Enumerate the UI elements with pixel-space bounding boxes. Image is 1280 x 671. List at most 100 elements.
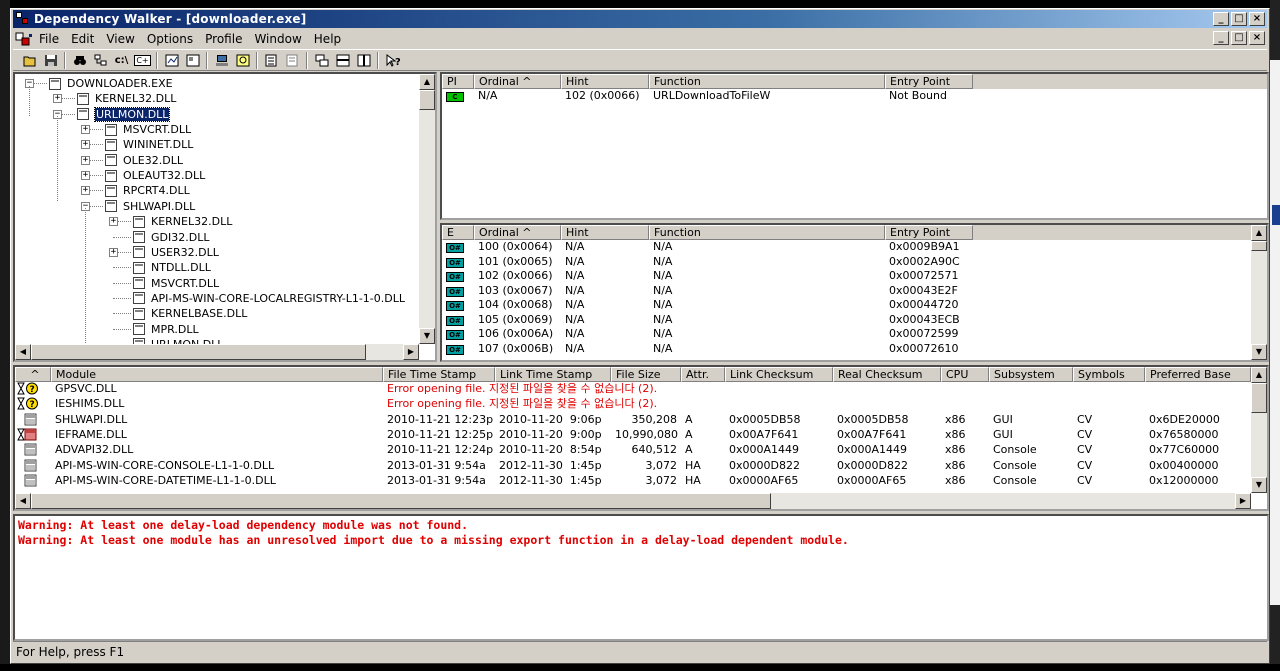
export-row[interactable]: O# 100 (0x0064) N/A N/A 0x0009B9A1 [442, 240, 973, 255]
tree-node[interactable]: KERNEL32.DLL [77, 91, 176, 106]
tree-expander[interactable]: + [109, 247, 118, 257]
col-entry-point[interactable]: Entry Point [885, 74, 973, 89]
exports-pane[interactable]: E Ordinal ^ Hint Function Entry Point O#… [440, 223, 1269, 362]
col-function[interactable]: Function [649, 74, 885, 89]
find-button[interactable] [69, 51, 90, 70]
module-row[interactable]: SHLWAPI.DLL 2010-11-21 12:23p 2010-11-20 9… [15, 413, 1245, 428]
save-button[interactable] [40, 51, 61, 70]
refresh-button[interactable] [90, 51, 111, 70]
col-hint[interactable]: Hint [561, 74, 649, 89]
view-module-button[interactable] [161, 51, 182, 70]
col-function[interactable]: Function [649, 225, 885, 240]
modules-horizontal-scrollbar[interactable]: ◀ ▶ [15, 493, 1251, 509]
menu-edit[interactable]: Edit [65, 32, 100, 46]
tree-node[interactable]: SHLWAPI.DLL [105, 199, 195, 214]
module-row[interactable]: IEFRAME.DLL 2010-11-21 12:25p 2010-11-20 9… [15, 428, 1245, 443]
col-file-time-stamp[interactable]: File Time Stamp [383, 367, 495, 382]
scroll-down-button[interactable]: ▼ [1251, 477, 1267, 493]
col-ordinal[interactable]: Ordinal ^ [474, 225, 561, 240]
maximize-button[interactable]: □ [1231, 12, 1247, 26]
export-row[interactable]: O# 104 (0x0068) N/A N/A 0x00044720 [442, 298, 973, 313]
tree-vertical-scrollbar[interactable]: ▲ ▼ [419, 74, 435, 344]
undecorate-button[interactable]: C+ [132, 51, 153, 70]
col-attr[interactable]: Attr. [681, 367, 725, 382]
export-row[interactable]: O# 105 (0x0069) N/A N/A 0x00043ECB [442, 313, 973, 328]
module-tree-pane[interactable]: − DOWNLOADER.EXE + KERNEL32.DLL − URLMON.DLL +… [13, 72, 437, 362]
col-symbols[interactable]: Symbols [1073, 367, 1145, 382]
tree-node[interactable]: OLEAUT32.DLL [105, 168, 205, 183]
tree-node[interactable]: USER32.DLL [133, 245, 219, 260]
col-link-checksum[interactable]: Link Checksum [725, 367, 833, 382]
mdi-restore-button[interactable]: □ [1231, 31, 1247, 45]
col-link-time-stamp[interactable]: Link Time Stamp [495, 367, 611, 382]
document-icon[interactable] [15, 32, 33, 46]
scroll-right-button[interactable]: ▶ [403, 344, 419, 360]
tree-expander[interactable]: + [81, 186, 90, 196]
scroll-right-button[interactable]: ▶ [1235, 493, 1251, 509]
col-module[interactable]: Module [51, 367, 383, 382]
module-row[interactable]: API-MS-WIN-CORE-DATETIME-L1-1-0.DLL 2013-… [15, 474, 1245, 489]
tree-node[interactable]: GDI32.DLL [133, 230, 209, 245]
menu-help[interactable]: Help [308, 32, 347, 46]
col-file-size[interactable]: File Size [611, 367, 681, 382]
module-row[interactable]: ? IESHIMS.DLL Error opening file. 지정된 파일을 … [15, 397, 983, 412]
menu-file[interactable]: File [33, 32, 65, 46]
col-subsystem[interactable]: Subsystem [989, 367, 1073, 382]
help-button[interactable]: ? [382, 51, 403, 70]
modules-pane[interactable]: ^ Module File Time Stamp Link Time Stamp… [13, 365, 1269, 511]
exports-vertical-scrollbar[interactable]: ▲ ▼ [1251, 225, 1267, 360]
title-bar[interactable]: Dependency Walker - [downloader.exe] _ □… [13, 10, 1267, 28]
edit-list-button[interactable] [282, 51, 303, 70]
col-ordinal[interactable]: Ordinal ^ [474, 74, 561, 89]
scroll-up-button[interactable]: ▲ [1251, 225, 1267, 241]
imports-pane[interactable]: PI Ordinal ^ Hint Function Entry Point C… [440, 72, 1269, 220]
menu-view[interactable]: View [100, 32, 140, 46]
modules-vertical-scrollbar[interactable]: ▲ ▼ [1251, 367, 1267, 493]
tile-horizontal-button[interactable] [332, 51, 353, 70]
properties-button[interactable] [182, 51, 203, 70]
copy-button[interactable] [261, 51, 282, 70]
export-row[interactable]: O# 102 (0x0066) N/A N/A 0x00072571 [442, 269, 973, 284]
scroll-down-button[interactable]: ▼ [419, 328, 435, 344]
module-row[interactable]: ? GPSVC.DLL Error opening file. 지정된 파일을 찾을… [15, 382, 983, 397]
module-row[interactable]: ADVAPI32.DLL 2010-11-21 12:24p 2010-11-20 … [15, 443, 1245, 458]
tree-node[interactable]: KERNELBASE.DLL [133, 306, 247, 321]
export-row[interactable]: O# 107 (0x006B) N/A N/A 0x00072610 [442, 342, 973, 357]
scroll-thumb[interactable] [419, 90, 435, 110]
scroll-down-button[interactable]: ▼ [1251, 344, 1267, 360]
mdi-close-button[interactable]: × [1249, 31, 1265, 45]
scroll-thumb[interactable] [1251, 383, 1267, 413]
col-sort[interactable]: ^ [15, 367, 51, 382]
export-row[interactable]: O# 106 (0x006A) N/A N/A 0x00072599 [442, 327, 973, 342]
tree-expander[interactable]: + [53, 94, 62, 104]
tree-horizontal-scrollbar[interactable]: ◀ ▶ [15, 344, 419, 360]
tree-node[interactable]: MSVCRT.DLL [133, 276, 219, 291]
tree-node[interactable]: RPCRT4.DLL [105, 183, 190, 198]
tree-expander[interactable]: + [81, 155, 90, 165]
open-button[interactable] [19, 51, 40, 70]
tree-node[interactable]: WININET.DLL [105, 137, 193, 152]
menu-profile[interactable]: Profile [199, 32, 248, 46]
cascade-button[interactable] [311, 51, 332, 70]
menu-options[interactable]: Options [141, 32, 199, 46]
col-e[interactable]: E [442, 225, 474, 240]
tree-node[interactable]: KERNEL32.DLL [133, 214, 232, 229]
export-row[interactable]: O# 103 (0x0067) N/A N/A 0x00043E2F [442, 284, 973, 299]
scroll-thumb[interactable] [31, 493, 771, 509]
tree-node[interactable]: NTDLL.DLL [133, 260, 211, 275]
col-real-checksum[interactable]: Real Checksum [833, 367, 941, 382]
tree-expander[interactable]: + [81, 171, 90, 181]
tree-node[interactable]: OLE32.DLL [105, 153, 183, 168]
module-row[interactable]: API-MS-WIN-CORE-CONSOLE-L1-1-0.DLL 2013-0… [15, 459, 1245, 474]
minimize-button[interactable]: _ [1213, 12, 1229, 26]
import-row[interactable]: C N/A 102 (0x0066) URLDownloadToFileW No… [442, 89, 973, 104]
tree-node[interactable]: URLMON.DLL [77, 106, 171, 122]
scroll-left-button[interactable]: ◀ [15, 344, 31, 360]
tree-node[interactable]: MSVCRT.DLL [105, 122, 191, 137]
system-info-button[interactable] [211, 51, 232, 70]
menu-window[interactable]: Window [248, 32, 307, 46]
scroll-thumb[interactable] [31, 344, 366, 360]
tree-expander[interactable]: + [109, 217, 118, 227]
full-paths-button[interactable]: c:\ [111, 51, 132, 70]
tree-node[interactable]: API-MS-WIN-CORE-LOCALREGISTRY-L1-1-0.DLL [133, 291, 405, 306]
